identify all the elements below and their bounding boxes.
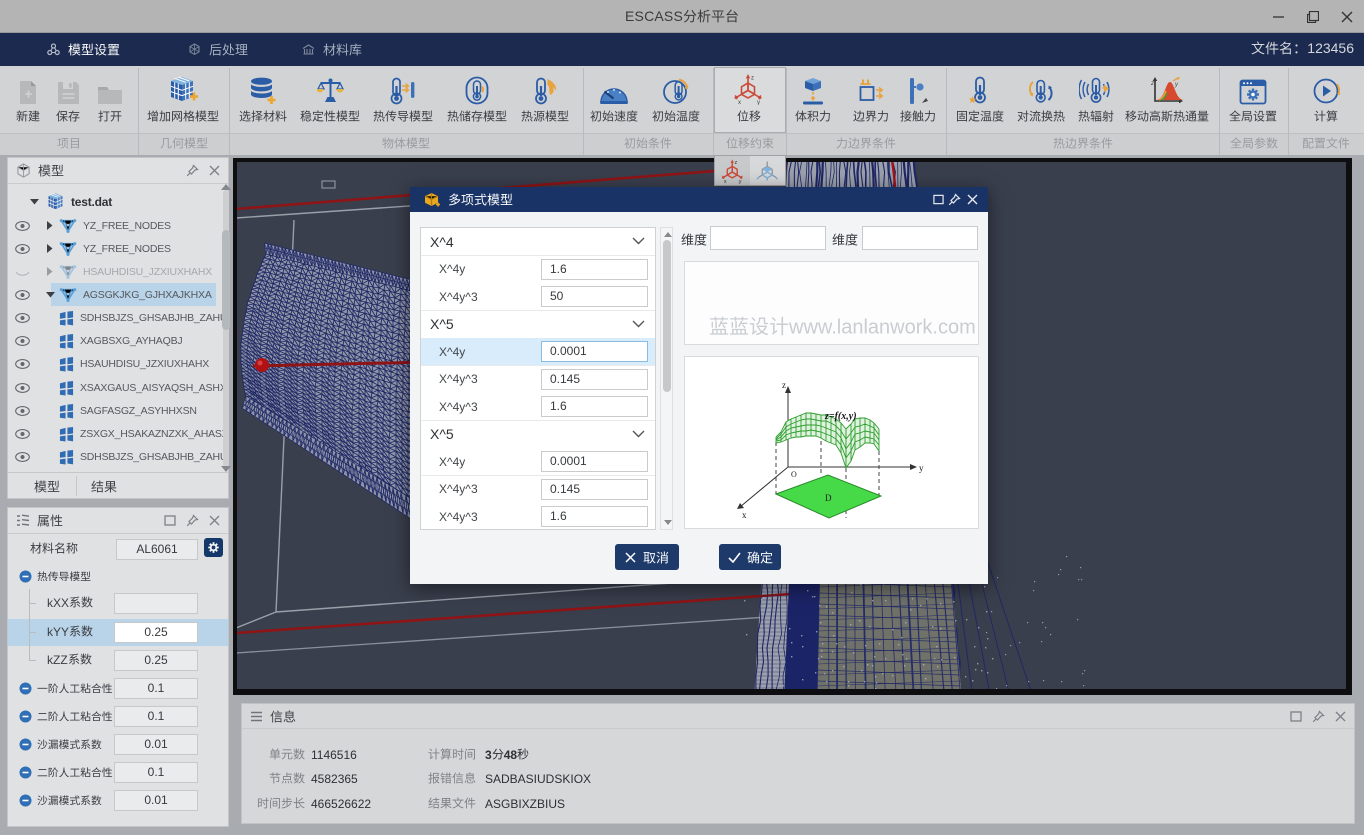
svg-text:x: x xyxy=(723,178,726,183)
svg-text:z: z xyxy=(1151,81,1154,87)
svg-text:y: y xyxy=(919,463,924,473)
svg-text:x: x xyxy=(742,510,747,520)
svg-text:z: z xyxy=(734,160,737,166)
svg-text:y: y xyxy=(757,100,760,105)
svg-text:z: z xyxy=(782,380,786,390)
svg-text:y: y xyxy=(738,178,741,183)
svg-text:z=f(x,y): z=f(x,y) xyxy=(824,411,857,422)
svg-text:z: z xyxy=(751,76,754,82)
svg-text:O: O xyxy=(791,470,797,479)
svg-text:x: x xyxy=(738,100,741,105)
svg-text:D: D xyxy=(825,493,832,503)
svg-text:y: y xyxy=(1174,82,1179,88)
